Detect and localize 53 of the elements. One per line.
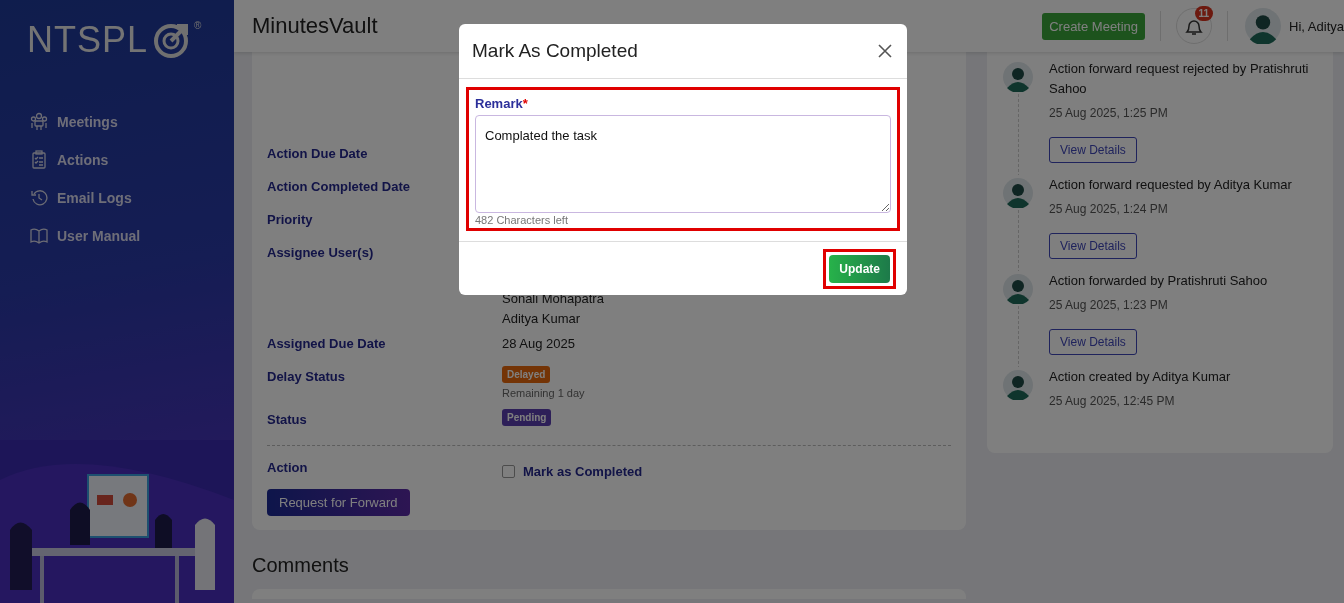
checkbox-label[interactable]: Mark as Completed bbox=[523, 464, 643, 479]
sidebar-item[interactable]: User Manual bbox=[30, 226, 234, 245]
field-label: Action Due Date bbox=[267, 146, 368, 161]
character-counter: 482 Characters left bbox=[475, 214, 569, 226]
view-details-button[interactable]: View Details bbox=[1049, 329, 1137, 355]
timeline-time: 25 Aug 2025, 1:25 PM bbox=[1049, 105, 1168, 122]
request-forward-button[interactable]: Request for Forward bbox=[267, 489, 410, 516]
avatar-icon bbox=[1003, 178, 1033, 208]
avatar-icon bbox=[1003, 370, 1033, 400]
timeline-text: Action forward requested by Aditya Kumar bbox=[1049, 176, 1292, 194]
remaining-note: Remaining 1 day bbox=[502, 387, 585, 399]
field-label: Status bbox=[267, 412, 307, 427]
field-value: Aditya Kumar bbox=[502, 311, 581, 326]
checkbox[interactable] bbox=[502, 465, 515, 478]
sidebar-item[interactable]: Meetings bbox=[30, 112, 234, 131]
field-label: Assigned Due Date bbox=[267, 336, 386, 351]
dialog-title: Mark As Completed bbox=[472, 40, 638, 62]
avatar-icon bbox=[1003, 274, 1033, 304]
sidebar-item[interactable]: Email Logs bbox=[30, 188, 234, 207]
registered-mark: ® bbox=[194, 20, 202, 31]
sidebar-item[interactable]: Actions bbox=[30, 150, 234, 169]
timeline-text: Action forward request rejected by Pratishruti Sahoo bbox=[1049, 60, 1310, 98]
field-label: Assignee User(s) bbox=[267, 245, 374, 260]
status-badge: Delayed bbox=[502, 366, 551, 383]
field-label: Priority bbox=[267, 212, 313, 227]
field-label: Action Completed Date bbox=[267, 179, 410, 194]
view-details-button[interactable]: View Details bbox=[1049, 233, 1137, 259]
timeline-text: Action created by Aditya Kumar bbox=[1049, 368, 1231, 386]
meeting-people-icon bbox=[30, 112, 48, 131]
create-meeting-button[interactable]: Create Meeting bbox=[1042, 12, 1146, 40]
timeline-time: 25 Aug 2025, 1:24 PM bbox=[1049, 201, 1168, 218]
avatar-icon bbox=[1245, 8, 1282, 44]
field-value: 28 Aug 2025 bbox=[502, 336, 576, 351]
open-book-icon bbox=[30, 226, 48, 245]
avatar-icon bbox=[1003, 62, 1033, 92]
clipboard-list-icon bbox=[30, 150, 48, 169]
view-details-button[interactable]: View Details bbox=[1049, 137, 1137, 163]
close-icon bbox=[877, 43, 893, 59]
history-clock-icon bbox=[30, 188, 48, 207]
status-badge: Pending bbox=[502, 409, 552, 426]
field-label: Remark* bbox=[475, 96, 529, 111]
field-label: Action bbox=[267, 460, 308, 475]
remark-field[interactable]: Complated the task bbox=[475, 115, 891, 213]
section-heading: Comments bbox=[252, 554, 350, 577]
logo-text: NTSPL bbox=[27, 20, 149, 60]
update-button[interactable]: Update bbox=[829, 255, 890, 283]
timeline-text: Action forwarded by Pratishruti Sahoo bbox=[1049, 272, 1268, 290]
timeline-time: 25 Aug 2025, 12:45 PM bbox=[1049, 393, 1175, 410]
notification-count: 11 bbox=[1194, 6, 1214, 21]
user-greeting[interactable]: Hi, Aditya bbox=[1289, 18, 1344, 34]
timeline-time: 25 Aug 2025, 1:23 PM bbox=[1049, 297, 1168, 314]
page-title: MinutesVault bbox=[252, 13, 379, 39]
field-label: Delay Status bbox=[267, 369, 346, 384]
